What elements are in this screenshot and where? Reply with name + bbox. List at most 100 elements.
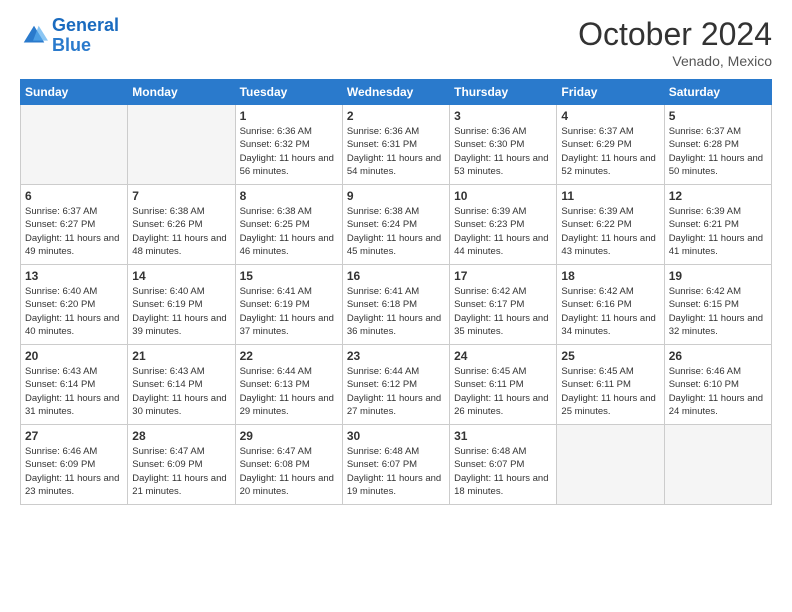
day-info: Sunrise: 6:47 AMSunset: 6:08 PMDaylight:… <box>240 445 338 498</box>
calendar-cell: 7Sunrise: 6:38 AMSunset: 6:26 PMDaylight… <box>128 185 235 265</box>
header-monday: Monday <box>128 80 235 105</box>
day-number: 1 <box>240 109 338 123</box>
calendar-cell: 27 Sunrise: 6:46 AMSunset: 6:09 PMDayligh… <box>21 425 128 505</box>
week-row-1: 6Sunrise: 6:37 AMSunset: 6:27 PMDaylight… <box>21 185 772 265</box>
day-number: 28 <box>132 429 230 443</box>
calendar-cell: 3 Sunrise: 6:36 AMSunset: 6:30 PMDaylight… <box>450 105 557 185</box>
logo-line2: Blue <box>52 35 91 55</box>
day-info: Sunrise: 6:37 AMSunset: 6:29 PMDaylight:… <box>561 125 659 178</box>
day-number: 9 <box>347 189 445 203</box>
day-number: 14 <box>132 269 230 283</box>
calendar-table: SundayMondayTuesdayWednesdayThursdayFrid… <box>20 79 772 505</box>
day-info: Sunrise: 6:40 AMSunset: 6:19 PMDaylight:… <box>132 285 230 338</box>
day-info: Sunrise: 6:39 AMSunset: 6:21 PMDaylight:… <box>669 205 767 258</box>
calendar-cell: 31 Sunrise: 6:48 AMSunset: 6:07 PMDayligh… <box>450 425 557 505</box>
header-friday: Friday <box>557 80 664 105</box>
logo-icon <box>20 22 48 50</box>
day-info: Sunrise: 6:48 AMSunset: 6:07 PMDaylight:… <box>347 445 445 498</box>
calendar-cell: 22 Sunrise: 6:44 AMSunset: 6:13 PMDayligh… <box>235 345 342 425</box>
day-info: Sunrise: 6:46 AMSunset: 6:09 PMDaylight:… <box>25 445 123 498</box>
day-info: Sunrise: 6:38 AMSunset: 6:25 PMDaylight:… <box>240 205 338 258</box>
day-number: 7 <box>132 189 230 203</box>
calendar-cell <box>128 105 235 185</box>
day-number: 29 <box>240 429 338 443</box>
day-info: Sunrise: 6:48 AMSunset: 6:07 PMDaylight:… <box>454 445 552 498</box>
calendar-cell: 23 Sunrise: 6:44 AMSunset: 6:12 PMDayligh… <box>342 345 449 425</box>
day-info: Sunrise: 6:45 AMSunset: 6:11 PMDaylight:… <box>454 365 552 418</box>
day-info: Sunrise: 6:40 AMSunset: 6:20 PMDaylight:… <box>25 285 123 338</box>
day-number: 25 <box>561 349 659 363</box>
location: Venado, Mexico <box>578 53 772 69</box>
day-number: 20 <box>25 349 123 363</box>
day-info: Sunrise: 6:42 AMSunset: 6:17 PMDaylight:… <box>454 285 552 338</box>
day-number: 27 <box>25 429 123 443</box>
calendar-cell: 28 Sunrise: 6:47 AMSunset: 6:09 PMDayligh… <box>128 425 235 505</box>
day-info: Sunrise: 6:39 AMSunset: 6:22 PMDaylight:… <box>561 205 659 258</box>
header-thursday: Thursday <box>450 80 557 105</box>
week-row-3: 20 Sunrise: 6:43 AMSunset: 6:14 PMDayligh… <box>21 345 772 425</box>
day-number: 3 <box>454 109 552 123</box>
header-tuesday: Tuesday <box>235 80 342 105</box>
day-number: 13 <box>25 269 123 283</box>
calendar-cell: 30 Sunrise: 6:48 AMSunset: 6:07 PMDayligh… <box>342 425 449 505</box>
day-number: 5 <box>669 109 767 123</box>
day-number: 15 <box>240 269 338 283</box>
calendar-cell: 2Sunrise: 6:36 AMSunset: 6:31 PMDaylight… <box>342 105 449 185</box>
logo-text: General Blue <box>52 16 119 56</box>
day-number: 12 <box>669 189 767 203</box>
day-number: 30 <box>347 429 445 443</box>
header-sunday: Sunday <box>21 80 128 105</box>
day-info: Sunrise: 6:44 AMSunset: 6:12 PMDaylight:… <box>347 365 445 418</box>
calendar-cell: 4 Sunrise: 6:37 AMSunset: 6:29 PMDaylight… <box>557 105 664 185</box>
day-number: 21 <box>132 349 230 363</box>
day-info: Sunrise: 6:41 AMSunset: 6:19 PMDaylight:… <box>240 285 338 338</box>
day-info: Sunrise: 6:36 AMSunset: 6:32 PMDaylight:… <box>240 125 338 178</box>
day-number: 19 <box>669 269 767 283</box>
day-info: Sunrise: 6:41 AMSunset: 6:18 PMDaylight:… <box>347 285 445 338</box>
day-number: 16 <box>347 269 445 283</box>
calendar-cell: 5 Sunrise: 6:37 AMSunset: 6:28 PMDaylight… <box>664 105 771 185</box>
calendar-cell: 19 Sunrise: 6:42 AMSunset: 6:15 PMDayligh… <box>664 265 771 345</box>
day-number: 23 <box>347 349 445 363</box>
logo-line1: General <box>52 15 119 35</box>
day-info: Sunrise: 6:46 AMSunset: 6:10 PMDaylight:… <box>669 365 767 418</box>
day-info: Sunrise: 6:45 AMSunset: 6:11 PMDaylight:… <box>561 365 659 418</box>
calendar-cell: 9Sunrise: 6:38 AMSunset: 6:24 PMDaylight… <box>342 185 449 265</box>
calendar-cell: 1 Sunrise: 6:36 AMSunset: 6:32 PMDaylight… <box>235 105 342 185</box>
page-header: General Blue October 2024 Venado, Mexico <box>20 16 772 69</box>
day-info: Sunrise: 6:37 AMSunset: 6:28 PMDaylight:… <box>669 125 767 178</box>
day-number: 26 <box>669 349 767 363</box>
calendar-cell: 13 Sunrise: 6:40 AMSunset: 6:20 PMDayligh… <box>21 265 128 345</box>
day-info: Sunrise: 6:42 AMSunset: 6:15 PMDaylight:… <box>669 285 767 338</box>
calendar-cell: 25 Sunrise: 6:45 AMSunset: 6:11 PMDayligh… <box>557 345 664 425</box>
calendar-cell: 8 Sunrise: 6:38 AMSunset: 6:25 PMDaylight… <box>235 185 342 265</box>
day-number: 17 <box>454 269 552 283</box>
day-number: 8 <box>240 189 338 203</box>
day-number: 18 <box>561 269 659 283</box>
week-row-4: 27 Sunrise: 6:46 AMSunset: 6:09 PMDayligh… <box>21 425 772 505</box>
week-row-0: 1 Sunrise: 6:36 AMSunset: 6:32 PMDaylight… <box>21 105 772 185</box>
title-block: October 2024 Venado, Mexico <box>578 16 772 69</box>
day-info: Sunrise: 6:43 AMSunset: 6:14 PMDaylight:… <box>132 365 230 418</box>
day-number: 11 <box>561 189 659 203</box>
day-number: 31 <box>454 429 552 443</box>
calendar-cell: 29 Sunrise: 6:47 AMSunset: 6:08 PMDayligh… <box>235 425 342 505</box>
calendar-cell: 20Sunrise: 6:43 AMSunset: 6:14 PMDayligh… <box>21 345 128 425</box>
day-number: 4 <box>561 109 659 123</box>
day-info: Sunrise: 6:47 AMSunset: 6:09 PMDaylight:… <box>132 445 230 498</box>
day-info: Sunrise: 6:44 AMSunset: 6:13 PMDaylight:… <box>240 365 338 418</box>
day-info: Sunrise: 6:39 AMSunset: 6:23 PMDaylight:… <box>454 205 552 258</box>
header-wednesday: Wednesday <box>342 80 449 105</box>
day-info: Sunrise: 6:36 AMSunset: 6:30 PMDaylight:… <box>454 125 552 178</box>
calendar-cell: 12 Sunrise: 6:39 AMSunset: 6:21 PMDayligh… <box>664 185 771 265</box>
calendar-cell: 15 Sunrise: 6:41 AMSunset: 6:19 PMDayligh… <box>235 265 342 345</box>
header-saturday: Saturday <box>664 80 771 105</box>
calendar-cell: 11 Sunrise: 6:39 AMSunset: 6:22 PMDayligh… <box>557 185 664 265</box>
day-number: 22 <box>240 349 338 363</box>
calendar-cell: 6Sunrise: 6:37 AMSunset: 6:27 PMDaylight… <box>21 185 128 265</box>
calendar-cell <box>21 105 128 185</box>
calendar-cell: 10Sunrise: 6:39 AMSunset: 6:23 PMDayligh… <box>450 185 557 265</box>
header-row: SundayMondayTuesdayWednesdayThursdayFrid… <box>21 80 772 105</box>
calendar-cell: 14 Sunrise: 6:40 AMSunset: 6:19 PMDayligh… <box>128 265 235 345</box>
day-info: Sunrise: 6:37 AMSunset: 6:27 PMDaylight:… <box>25 205 123 258</box>
